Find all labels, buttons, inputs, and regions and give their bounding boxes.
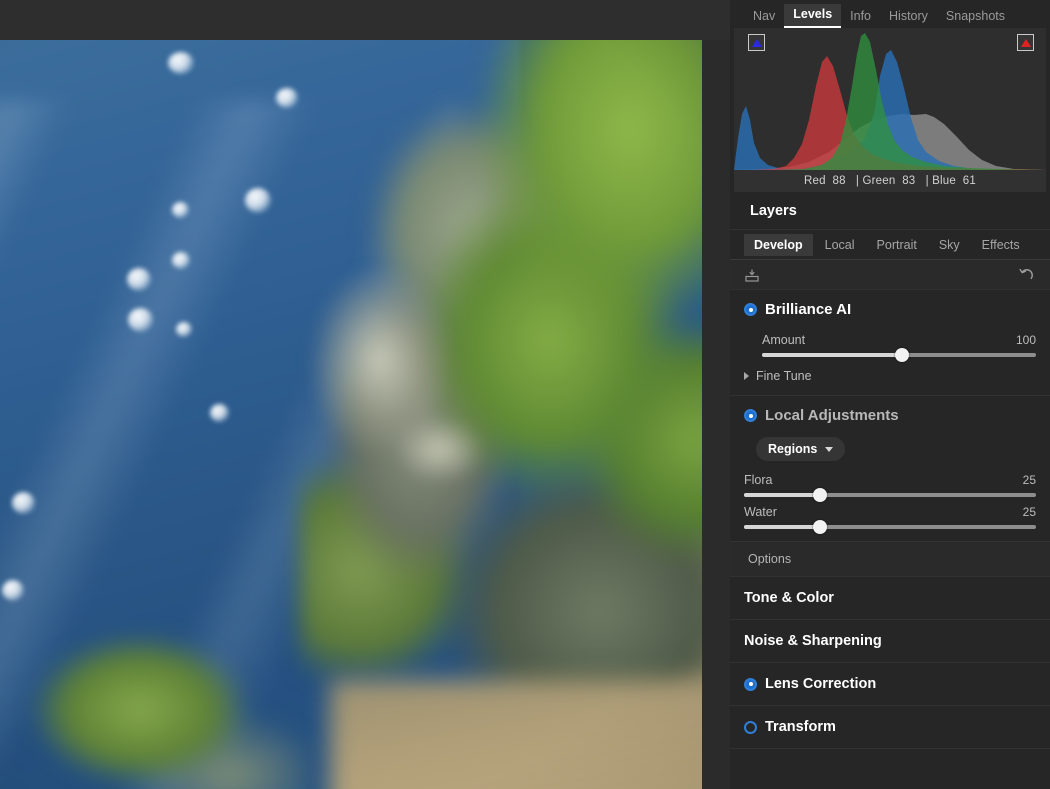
section-local-adjustments: Local Adjustments Regions Flora 25 Water… [730, 396, 1050, 577]
amount-slider-knob[interactable] [894, 348, 909, 362]
tab-nav[interactable]: Nav [744, 6, 784, 28]
options-row[interactable]: Options [730, 541, 1050, 576]
brilliance-ai-title: Brilliance AI [765, 301, 852, 318]
photo-preview[interactable] [0, 40, 702, 789]
tab-sky[interactable]: Sky [929, 234, 970, 256]
regions-dropdown[interactable]: Regions [756, 437, 846, 461]
local-adjustments-header[interactable]: Local Adjustments [730, 396, 1050, 433]
amount-label: Amount [762, 333, 806, 347]
water-slider-fill [744, 525, 820, 529]
chevron-down-icon [825, 446, 834, 452]
tab-levels[interactable]: Levels [784, 4, 842, 28]
layers-header[interactable]: Layers [730, 192, 1050, 230]
canvas-top-bar [0, 0, 730, 40]
flora-slider-block: Flora 25 [744, 467, 1036, 502]
flora-slider[interactable] [744, 488, 1036, 502]
water-slider-labels: Water 25 [744, 505, 1036, 525]
section-noise-and-sharpening[interactable]: Noise & Sharpening [730, 620, 1050, 663]
tab-effects[interactable]: Effects [972, 234, 1030, 256]
canvas-right-gutter [702, 40, 730, 789]
section-brilliance-ai: Brilliance AI Amount 100 Fine Tune [730, 290, 1050, 396]
lens-correction-toggle-icon[interactable] [744, 677, 757, 691]
section-tone-and-color[interactable]: Tone & Color [730, 577, 1050, 620]
histogram-panel: Red 88 | Green 83 | Blue 61 [734, 28, 1046, 192]
brilliance-ai-header[interactable]: Brilliance AI [730, 290, 1050, 327]
options-label: Options [748, 552, 792, 566]
tab-portrait[interactable]: Portrait [867, 234, 927, 256]
module-icon-toolbar [730, 260, 1050, 290]
tab-develop[interactable]: Develop [744, 233, 813, 256]
tab-history[interactable]: History [880, 6, 937, 28]
section-transform[interactable]: Transform [730, 706, 1050, 749]
water-value: 25 [1022, 505, 1036, 519]
water-slider[interactable] [744, 520, 1036, 534]
highlight-clipping-button[interactable] [1017, 34, 1034, 51]
module-tabs: Develop Local Portrait Sky Effects [730, 230, 1050, 260]
stamp-icon[interactable] [744, 267, 760, 283]
right-panel: Nav Levels Info History Snapshots Red 88… [730, 0, 1050, 789]
vignette-overlay [0, 40, 702, 789]
histogram-readout: Red 88 | Green 83 | Blue 61 [734, 170, 1046, 192]
chevron-right-icon [744, 372, 749, 380]
shadow-clipping-button[interactable] [748, 34, 765, 51]
section-lens-correction[interactable]: Lens Correction [730, 663, 1050, 706]
histogram-svg [734, 33, 1046, 170]
tab-info[interactable]: Info [841, 6, 880, 28]
tab-local[interactable]: Local [815, 234, 865, 256]
panel-top-tabs: Nav Levels Info History Snapshots [730, 0, 1050, 28]
regions-dropdown-label: Regions [768, 442, 818, 456]
local-adjustments-toggle-icon[interactable] [744, 409, 757, 422]
local-adjustments-body: Regions Flora 25 Water 25 [730, 433, 1050, 541]
image-canvas-area [0, 0, 730, 789]
tone-and-color-title: Tone & Color [744, 590, 834, 606]
lens-correction-title: Lens Correction [765, 676, 877, 692]
amount-slider-block: Amount 100 [744, 327, 1036, 362]
brilliance-ai-body: Amount 100 Fine Tune [730, 327, 1050, 395]
water-slider-knob[interactable] [812, 520, 827, 534]
brilliance-ai-toggle-icon[interactable] [744, 303, 757, 316]
flora-slider-labels: Flora 25 [744, 473, 1036, 493]
flora-label: Flora [744, 473, 773, 487]
red-triangle-icon [1020, 38, 1031, 47]
flora-slider-knob[interactable] [812, 488, 827, 502]
amount-slider-fill [762, 353, 902, 357]
histogram-graph[interactable] [734, 28, 1046, 170]
tab-snapshots[interactable]: Snapshots [937, 6, 1014, 28]
local-adjustments-title: Local Adjustments [765, 407, 899, 424]
noise-and-sharpening-title: Noise & Sharpening [744, 633, 882, 649]
water-label: Water [744, 505, 777, 519]
fine-tune-row[interactable]: Fine Tune [744, 359, 1036, 385]
transform-toggle-icon[interactable] [744, 720, 757, 734]
blue-triangle-icon [751, 38, 762, 47]
amount-value: 100 [1015, 333, 1036, 347]
histogram-readout-text: Red 88 | Green 83 | Blue 61 [804, 175, 976, 187]
water-slider-block: Water 25 [744, 499, 1036, 534]
amount-slider[interactable] [762, 348, 1036, 362]
flora-value: 25 [1022, 473, 1036, 487]
reset-undo-icon[interactable] [1018, 267, 1034, 283]
flora-slider-fill [744, 493, 820, 497]
fine-tune-label: Fine Tune [756, 369, 812, 383]
layers-title: Layers [750, 202, 797, 219]
transform-title: Transform [765, 719, 836, 735]
